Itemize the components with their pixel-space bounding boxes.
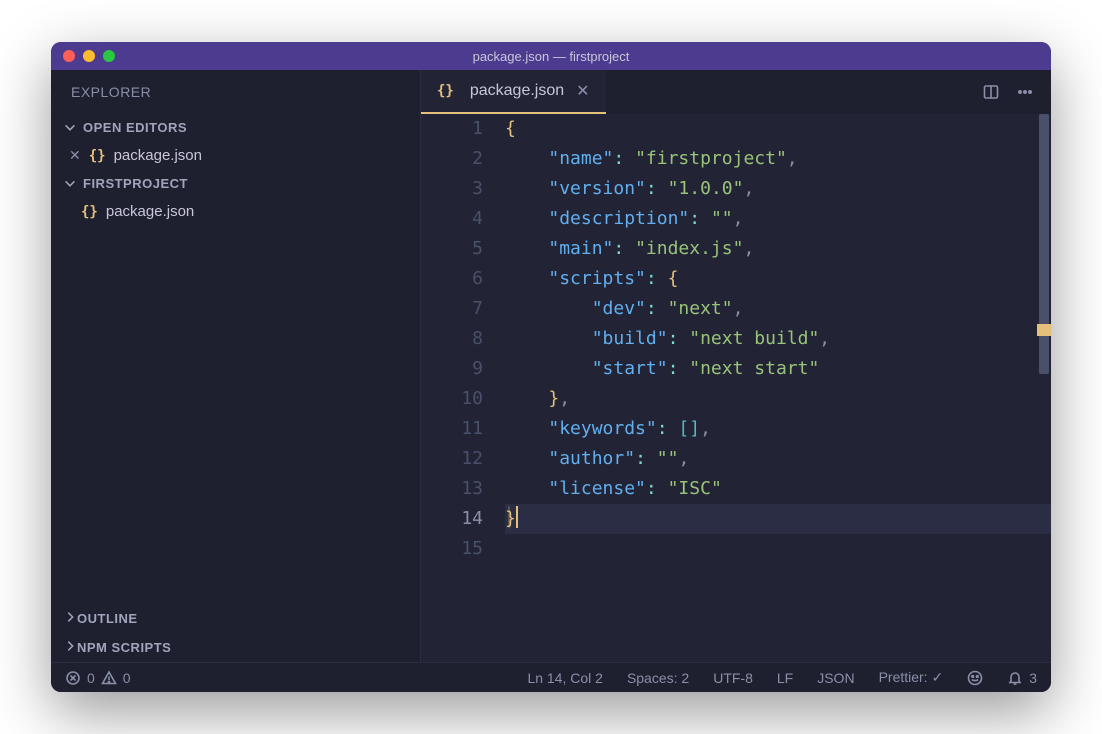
- traffic-lights: [51, 50, 115, 62]
- file-tree-filename: package.json: [106, 203, 194, 220]
- status-bar: 0 0 Ln 14, Col 2 Spaces: 2 UTF-8 LF JSON…: [51, 662, 1051, 692]
- line-number-gutter: 123456789101112131415: [421, 114, 505, 662]
- editor-tab[interactable]: {} package.json ✕: [421, 70, 606, 114]
- open-editors-section[interactable]: OPEN EDITORS: [51, 114, 420, 141]
- error-count: 0: [87, 670, 95, 686]
- error-icon: [65, 670, 81, 686]
- open-editors-label: OPEN EDITORS: [83, 120, 187, 135]
- cursor-position[interactable]: Ln 14, Col 2: [527, 670, 603, 686]
- editor-actions: [965, 70, 1051, 114]
- chevron-right-icon: [63, 610, 77, 627]
- json-file-icon: {}: [81, 204, 98, 220]
- editor-body[interactable]: 123456789101112131415 { "name": "firstpr…: [421, 114, 1051, 662]
- outline-label: OUTLINE: [77, 611, 138, 626]
- window-title: package.json — firstproject: [473, 49, 630, 64]
- npm-scripts-section[interactable]: NPM SCRIPTS: [51, 633, 420, 662]
- warning-icon: [101, 670, 117, 686]
- notification-count: 3: [1029, 670, 1037, 686]
- window-close-button[interactable]: [63, 50, 75, 62]
- language-mode[interactable]: JSON: [817, 670, 854, 686]
- project-label: FIRSTPROJECT: [83, 176, 188, 191]
- minimap-marker: [1037, 324, 1051, 336]
- project-section[interactable]: FIRSTPROJECT: [51, 170, 420, 197]
- titlebar[interactable]: package.json — firstproject: [51, 42, 1051, 70]
- encoding[interactable]: UTF-8: [713, 670, 753, 686]
- json-file-icon: {}: [89, 148, 106, 164]
- npm-scripts-label: NPM SCRIPTS: [77, 640, 171, 655]
- close-icon[interactable]: ✕: [69, 147, 81, 164]
- explorer-sidebar: EXPLORER OPEN EDITORS ✕ {} package.json …: [51, 70, 421, 662]
- code-content[interactable]: { "name": "firstproject", "version": "1.…: [505, 114, 1051, 662]
- notifications-indicator[interactable]: 3: [1007, 670, 1037, 686]
- formatter-status[interactable]: Prettier: ✓: [879, 669, 944, 686]
- indentation[interactable]: Spaces: 2: [627, 670, 689, 686]
- bell-icon: [1007, 670, 1023, 686]
- vscode-window: package.json — firstproject EXPLORER OPE…: [51, 42, 1051, 692]
- chevron-down-icon: [63, 121, 77, 135]
- problems-indicator[interactable]: 0 0: [65, 670, 131, 686]
- chevron-down-icon: [63, 177, 77, 191]
- window-maximize-button[interactable]: [103, 50, 115, 62]
- close-icon[interactable]: ✕: [576, 81, 589, 101]
- workspace: EXPLORER OPEN EDITORS ✕ {} package.json …: [51, 70, 1051, 662]
- editor-area: {} package.json ✕ 123456789101112131415 …: [421, 70, 1051, 662]
- explorer-title: EXPLORER: [51, 70, 420, 114]
- more-actions-icon[interactable]: [1017, 84, 1033, 100]
- split-editor-icon[interactable]: [983, 84, 999, 100]
- outline-section[interactable]: OUTLINE: [51, 604, 420, 633]
- json-file-icon: {}: [437, 83, 454, 99]
- open-editor-filename: package.json: [114, 147, 202, 164]
- file-tree-item[interactable]: {} package.json: [51, 197, 420, 226]
- open-editor-item[interactable]: ✕ {} package.json: [51, 141, 420, 170]
- tab-bar: {} package.json ✕: [421, 70, 1051, 114]
- window-minimize-button[interactable]: [83, 50, 95, 62]
- scrollbar-track[interactable]: [1037, 114, 1051, 662]
- warning-count: 0: [123, 670, 131, 686]
- feedback-icon[interactable]: [967, 670, 983, 686]
- tab-filename: package.json: [470, 82, 564, 100]
- chevron-right-icon: [63, 639, 77, 656]
- eol[interactable]: LF: [777, 670, 793, 686]
